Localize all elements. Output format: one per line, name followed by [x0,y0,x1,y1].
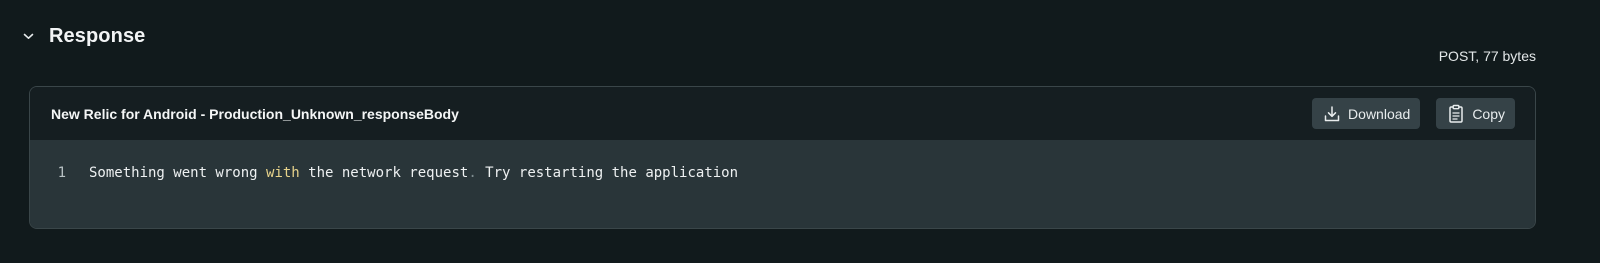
response-meta: POST, 77 bytes [1438,48,1536,64]
code-token: Try restarting the application [476,165,739,181]
code-block-header: New Relic for Android - Production_Unkno… [30,87,1535,140]
response-panel: Response POST, 77 bytes New Relic for An… [0,0,1600,263]
code-actions: Download Copy [1312,98,1515,129]
clipboard-icon [1446,104,1466,124]
download-label: Download [1348,105,1411,122]
download-icon [1322,104,1342,124]
code-token: the network request [299,165,469,181]
line-number: 1 [57,165,66,181]
copy-label: Copy [1472,105,1505,122]
code-token: Something went wrong [89,165,267,181]
download-button[interactable]: Download [1312,98,1421,129]
code-text: Something went wrong with the network re… [89,165,738,181]
code-body: 1 Something went wrong with the network … [30,140,1535,228]
file-name: New Relic for Android - Production_Unkno… [51,105,459,122]
copy-button[interactable]: Copy [1436,98,1515,129]
response-section-toggle[interactable]: Response [22,22,145,50]
code-line: 1 Something went wrong with the network … [30,164,738,182]
chevron-down-icon[interactable] [22,30,35,43]
code-token-keyword: with [266,165,300,181]
code-block: New Relic for Android - Production_Unkno… [29,86,1536,229]
section-title: Response [49,24,146,47]
code-token-punctuation: . [468,165,477,181]
